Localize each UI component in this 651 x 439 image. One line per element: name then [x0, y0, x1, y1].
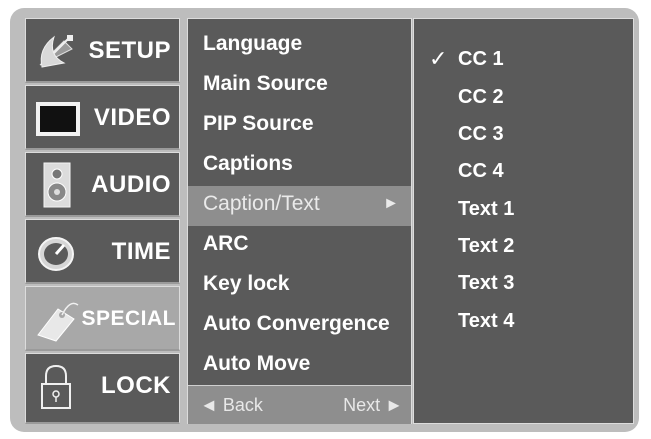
menu-item-main-source[interactable]: Main Source [188, 66, 411, 106]
submenu-item-label: CC 4 [458, 160, 504, 182]
tab-label: VIDEO [93, 104, 171, 131]
submenu-item-text1[interactable]: Text 1 [414, 191, 633, 227]
speaker-icon [43, 162, 71, 208]
next-button[interactable]: Next ► [343, 386, 403, 424]
tab-video[interactable]: VIDEO [25, 85, 180, 150]
submenu-arrow-icon: ► [383, 195, 399, 212]
check-icon: ✓ [429, 46, 448, 71]
back-button[interactable]: ◄ Back [200, 386, 263, 424]
padlock-icon [41, 364, 71, 409]
tab-special[interactable]: SPECIAL [25, 286, 180, 351]
tab-label: TIME [111, 238, 171, 265]
menu-item-pip-source[interactable]: PIP Source [188, 106, 411, 146]
category-tabs: SETUP VIDEO AUDIO TIME SPECIAL LOCK [25, 18, 182, 424]
submenu-item-cc4[interactable]: CC 4 [414, 153, 633, 189]
menu-item-arc[interactable]: ARC [188, 226, 411, 266]
submenu-item-text3[interactable]: Text 3 [414, 265, 633, 301]
submenu-item-text4[interactable]: Text 4 [414, 303, 633, 339]
satellite-dish-icon [39, 35, 73, 68]
tab-label: SPECIAL [81, 307, 176, 330]
caption-submenu: ✓ CC 1 CC 2 CC 3 CC 4 Text 1 Text 2 Text… [413, 18, 634, 424]
menu-item-auto-convergence[interactable]: Auto Convergence [188, 306, 411, 346]
tab-setup[interactable]: SETUP [25, 18, 180, 83]
tab-lock[interactable]: LOCK [25, 353, 180, 424]
submenu-item-label: CC 2 [458, 86, 504, 108]
clock-icon [38, 237, 74, 271]
submenu-item-label: Text 4 [458, 310, 515, 332]
tag-icon [37, 302, 79, 342]
submenu-item-text2[interactable]: Text 2 [414, 228, 633, 264]
submenu-item-label: Text 3 [458, 272, 515, 294]
menu-item-language[interactable]: Language [188, 26, 411, 66]
submenu-item-cc2[interactable]: CC 2 [414, 79, 633, 115]
tab-label: LOCK [101, 372, 171, 399]
submenu-item-label: Text 1 [458, 198, 515, 220]
monitor-icon [36, 102, 80, 136]
tab-label: AUDIO [91, 171, 171, 198]
tab-audio[interactable]: AUDIO [25, 152, 180, 217]
menu-item-auto-move[interactable]: Auto Move [188, 346, 411, 386]
submenu-item-label: CC 3 [458, 123, 504, 145]
menu-item-captions[interactable]: Captions [188, 146, 411, 186]
submenu-item-label: Text 2 [458, 235, 515, 257]
tab-time[interactable]: TIME [25, 219, 180, 284]
tab-label: SETUP [88, 37, 171, 64]
menu-item-key-lock[interactable]: Key lock [188, 266, 411, 306]
osd-menu: SETUP VIDEO AUDIO TIME SPECIAL LOCK Lang… [25, 18, 634, 424]
submenu-item-label: CC 1 [458, 48, 504, 70]
menu-item-caption-text[interactable]: Caption/Text ► [188, 186, 411, 226]
menu-item-label: Caption/Text [203, 192, 320, 215]
menu-footer: ◄ Back Next ► [188, 385, 411, 424]
submenu-item-cc3[interactable]: CC 3 [414, 116, 633, 152]
special-menu: Language Main Source PIP Source Captions… [187, 18, 412, 424]
submenu-item-cc1[interactable]: ✓ CC 1 [414, 41, 633, 77]
